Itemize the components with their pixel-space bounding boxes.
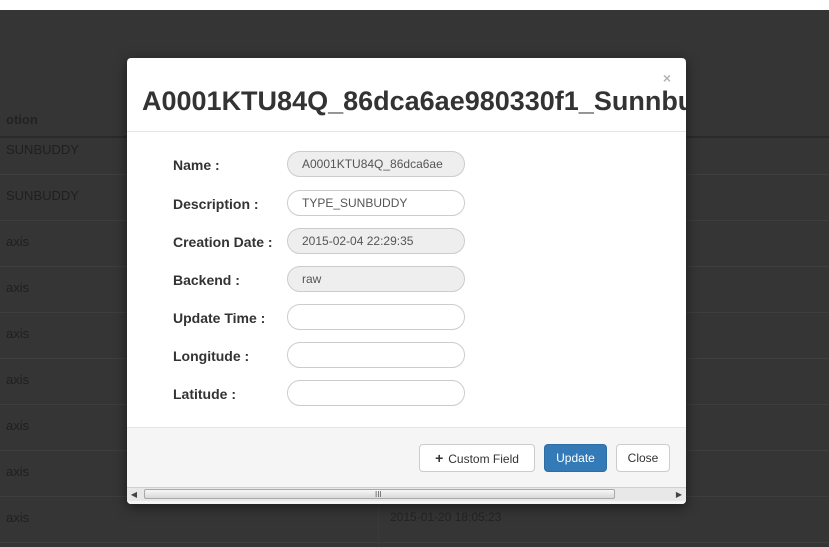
custom-field-button[interactable]: + Custom Field xyxy=(419,444,535,472)
latitude-label: Latitude : xyxy=(173,386,236,402)
table-cell: axis xyxy=(6,464,30,479)
close-button[interactable]: Close xyxy=(616,444,670,472)
form-row-creation-date: Creation Date : 2015-02-04 22:29:35 xyxy=(127,228,686,258)
table-cell: axis xyxy=(6,372,30,387)
modal-header: × A0001KTU84Q_86dca6ae980330f1_Sunnbuddy… xyxy=(127,58,686,132)
page-top-strip xyxy=(0,0,829,10)
form-row-name: Name : A0001KTU84Q_86dca6ae xyxy=(127,151,686,181)
table-cell: axis xyxy=(6,418,30,433)
longitude-field[interactable] xyxy=(287,342,465,368)
update-time-field[interactable] xyxy=(287,304,465,330)
scrollbar-thumb[interactable]: III xyxy=(144,489,615,499)
scrollbar-grip-icon: III xyxy=(375,490,382,499)
modal-footer: + Custom Field Update Close ◀ III ▶ xyxy=(127,427,686,504)
modal-title: A0001KTU84Q_86dca6ae980330f1_Sunnbuddy_ xyxy=(142,86,686,116)
creation-date-field: 2015-02-04 22:29:35 xyxy=(287,228,465,254)
backend-label: Backend : xyxy=(173,272,240,288)
close-icon[interactable]: × xyxy=(663,70,671,86)
table-cell: SUNBUDDY xyxy=(6,188,79,203)
creation-date-label: Creation Date : xyxy=(173,234,273,250)
form-row-backend: Backend : raw xyxy=(127,266,686,296)
latitude-field[interactable] xyxy=(287,380,465,406)
description-label: Description : xyxy=(173,196,259,212)
form-row-latitude: Latitude : xyxy=(127,380,686,410)
form-row-update-time: Update Time : xyxy=(127,304,686,334)
custom-field-label: Custom Field xyxy=(448,452,519,466)
update-button[interactable]: Update xyxy=(544,444,607,472)
table-cell: axis xyxy=(6,234,30,249)
form-row-longitude: Longitude : xyxy=(127,342,686,372)
column-header-description: otion xyxy=(6,112,38,127)
table-cell: axis xyxy=(6,280,30,295)
name-field: A0001KTU84Q_86dca6ae xyxy=(287,151,465,177)
table-cell: axis xyxy=(6,510,30,525)
edit-device-modal: × A0001KTU84Q_86dca6ae980330f1_Sunnbuddy… xyxy=(127,58,686,504)
table-cell: axis xyxy=(6,326,30,341)
update-time-label: Update Time : xyxy=(173,310,266,326)
description-field[interactable]: TYPE_SUNBUDDY xyxy=(287,190,465,216)
form-row-description: Description : TYPE_SUNBUDDY xyxy=(127,190,686,220)
scroll-left-icon[interactable]: ◀ xyxy=(127,488,141,501)
table-cell-timestamp: 2015-01-20 18:05:23 xyxy=(390,510,502,524)
scroll-right-icon[interactable]: ▶ xyxy=(672,488,686,501)
backend-field: raw xyxy=(287,266,465,292)
horizontal-scrollbar[interactable]: ◀ III ▶ xyxy=(127,487,686,501)
table-cell: SUNBUDDY xyxy=(6,142,79,157)
plus-icon: + xyxy=(435,450,444,466)
name-label: Name : xyxy=(173,157,220,173)
longitude-label: Longitude : xyxy=(173,348,250,364)
